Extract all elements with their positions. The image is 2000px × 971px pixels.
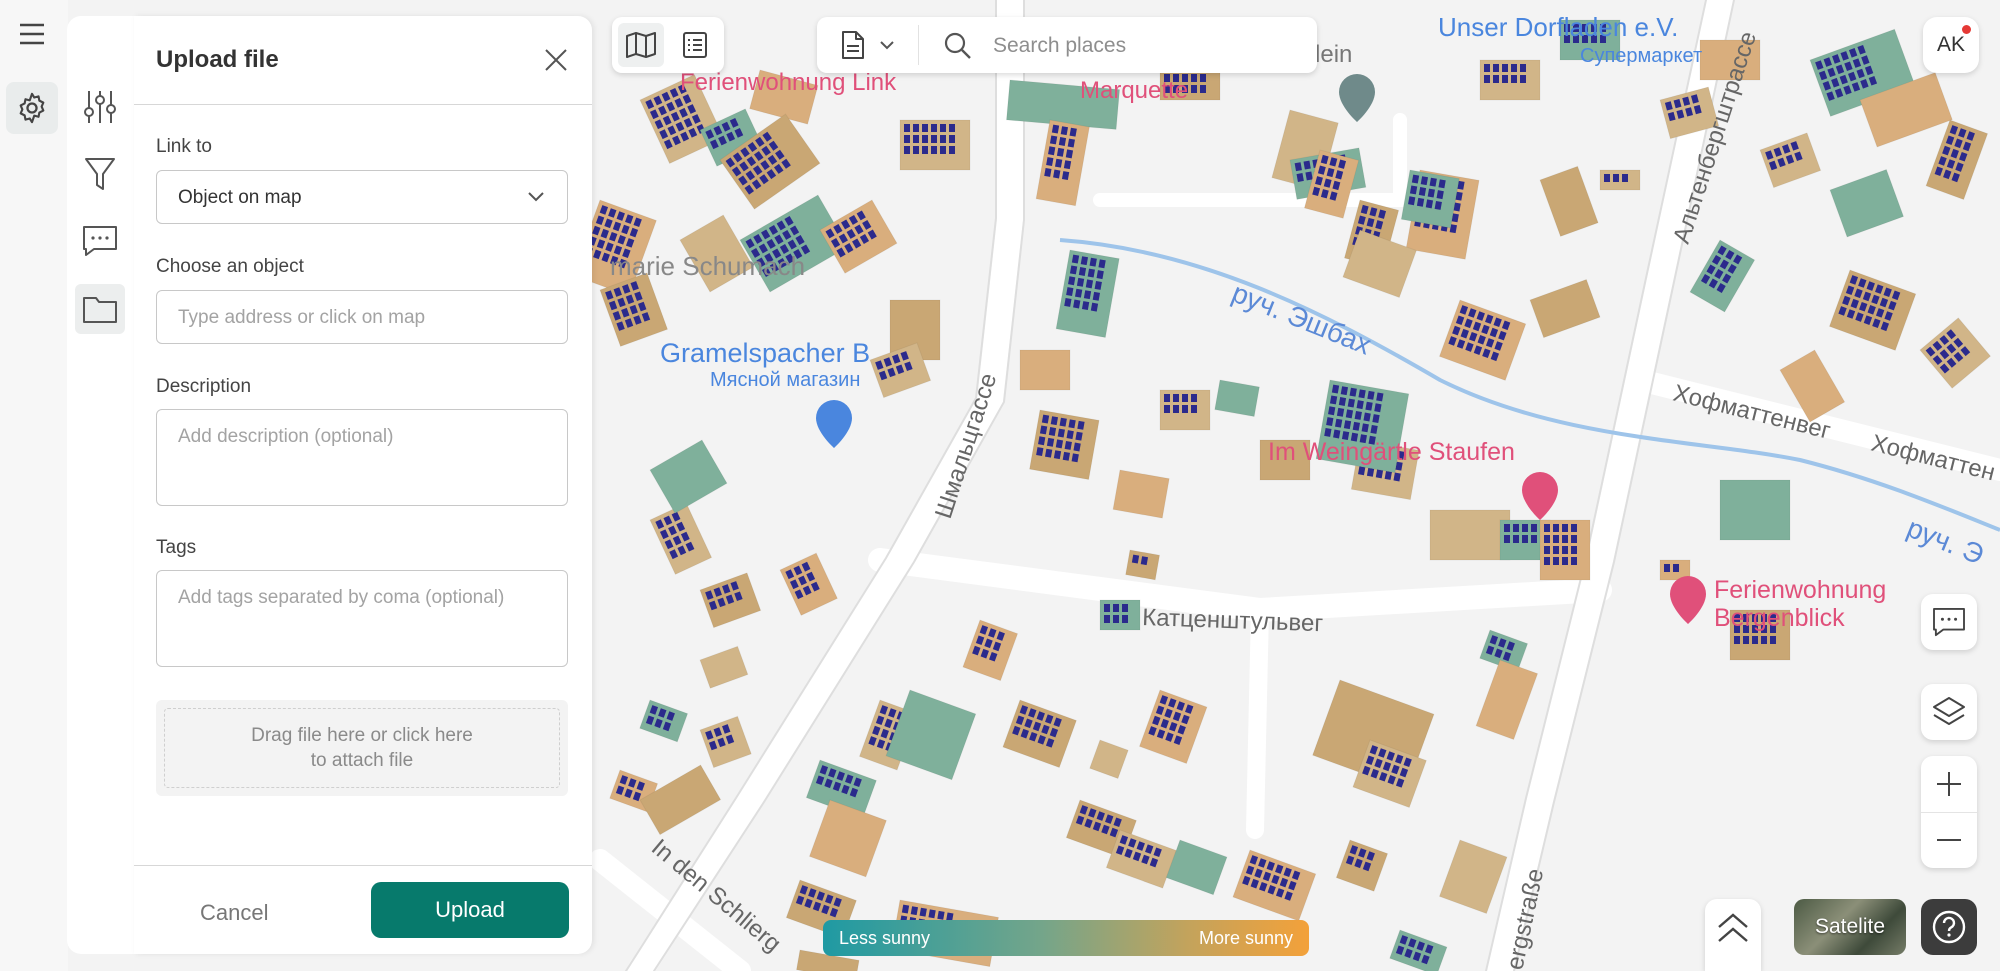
poi-label: Мясной магазин	[710, 369, 860, 391]
poi-label: Im Weingärtle Staufen	[1268, 438, 1515, 466]
help-button[interactable]	[1921, 899, 1977, 955]
description-label: Description	[156, 376, 252, 397]
layers-icon	[1933, 697, 1965, 725]
panel-footer: Cancel Upload	[134, 865, 592, 954]
building[interactable]	[1719, 479, 1791, 541]
description-placeholder: Add description (optional)	[178, 426, 394, 447]
document-icon	[842, 31, 864, 59]
upload-button[interactable]: Upload	[371, 882, 569, 938]
chevron-up-icon	[1718, 913, 1748, 942]
comment-icon	[1933, 607, 1965, 637]
comment-mode-button[interactable]	[1921, 594, 1977, 650]
poi-label: marie Schumach	[610, 251, 805, 281]
comment-icon	[83, 226, 117, 256]
search-type-dropdown[interactable]	[827, 25, 919, 65]
folder-icon	[83, 297, 117, 323]
building[interactable]	[1112, 469, 1170, 519]
building[interactable]	[1599, 169, 1641, 191]
poi-label: Marquette	[1080, 77, 1188, 104]
settings-button[interactable]	[6, 82, 58, 134]
settings-icon	[19, 92, 45, 124]
building[interactable]	[899, 119, 971, 171]
zoom-control	[1921, 756, 1977, 868]
menu-icon	[20, 23, 44, 45]
cancel-button[interactable]: Cancel	[200, 900, 268, 926]
user-avatar[interactable]: AK	[1923, 17, 1979, 73]
poi-label: Ferienwohnung	[1714, 576, 1886, 604]
legend-right-label: More sunny	[1198, 928, 1293, 948]
view-toggle	[612, 17, 724, 73]
filter-button[interactable]	[75, 149, 125, 199]
building[interactable]	[1029, 409, 1100, 481]
poi-label: Bergenblick	[1714, 604, 1845, 632]
legend-left-label: Less sunny	[839, 928, 931, 948]
map-view-button[interactable]	[618, 23, 664, 67]
poi-label: Супермаркет	[1580, 45, 1702, 67]
layers-settings-button[interactable]	[75, 82, 125, 132]
search-bar: Search places	[817, 17, 1317, 73]
layers-button[interactable]	[1921, 684, 1977, 740]
building[interactable]	[1125, 549, 1161, 581]
comments-button[interactable]	[75, 216, 125, 266]
poi-label: Ferienwohnung Link	[680, 69, 897, 96]
dropzone-text-line1: Drag file here or click here	[251, 725, 473, 746]
minus-icon	[1937, 839, 1961, 842]
choose-object-input[interactable]: Type address or click on map	[156, 290, 568, 344]
choose-object-placeholder: Type address or click on map	[178, 307, 426, 328]
help-icon	[1932, 910, 1966, 944]
zoom-out-button[interactable]	[1921, 813, 1977, 869]
link-to-label: Link to	[156, 136, 212, 157]
link-to-value: Object on map	[178, 187, 302, 208]
poi-label: Unser Dorfladen e.V.	[1438, 12, 1678, 42]
chevron-down-icon	[528, 192, 544, 202]
tools-column	[67, 16, 135, 954]
building[interactable]	[1159, 389, 1211, 431]
zoom-in-button[interactable]	[1921, 756, 1977, 813]
building[interactable]	[1099, 599, 1141, 631]
dropzone-border: Drag file here or click here to attach f…	[164, 708, 560, 788]
map-icon	[626, 32, 656, 58]
building[interactable]	[1214, 379, 1260, 418]
chevron-down-icon	[880, 41, 894, 50]
tags-placeholder: Add tags separated by coma (optional)	[178, 587, 505, 608]
close-icon	[545, 49, 567, 71]
left-rail	[0, 0, 68, 971]
list-icon	[683, 32, 707, 58]
tags-textarea[interactable]: Add tags separated by coma (optional)	[156, 570, 568, 667]
choose-object-label: Choose an object	[156, 256, 304, 277]
panel-title: Upload file	[156, 46, 279, 73]
building[interactable]	[1429, 509, 1511, 561]
search-input[interactable]: Search places	[993, 34, 1126, 58]
close-button[interactable]	[542, 46, 570, 74]
link-to-select[interactable]: Object on map	[156, 170, 568, 224]
notification-badge	[1962, 25, 1971, 34]
panel-header: Upload file	[134, 16, 592, 105]
sunniness-legend: Less sunny More sunny	[823, 920, 1309, 956]
list-view-button[interactable]	[672, 23, 718, 67]
avatar-initials: AK	[1936, 33, 1965, 56]
satellite-toggle[interactable]: Satelite	[1794, 899, 1906, 955]
building[interactable]	[1019, 349, 1071, 391]
building[interactable]	[1400, 169, 1460, 229]
building[interactable]	[1479, 59, 1541, 101]
poi-label: Gramelspacher B	[660, 338, 870, 368]
search-icon	[944, 32, 971, 59]
file-dropzone[interactable]: Drag file here or click here to attach f…	[156, 700, 568, 796]
upload-file-panel: Upload file Link to Object on map Choose…	[134, 16, 592, 954]
sliders-icon	[84, 91, 116, 123]
expand-panel-button[interactable]	[1705, 899, 1761, 971]
description-textarea[interactable]: Add description (optional)	[156, 409, 568, 506]
menu-button[interactable]	[6, 8, 58, 60]
dropzone-text-line2: to attach file	[310, 750, 414, 771]
plus-icon	[1937, 771, 1961, 796]
files-button[interactable]	[75, 284, 125, 334]
building[interactable]	[1539, 519, 1591, 581]
tags-label: Tags	[156, 537, 197, 558]
filter-icon	[85, 158, 115, 190]
